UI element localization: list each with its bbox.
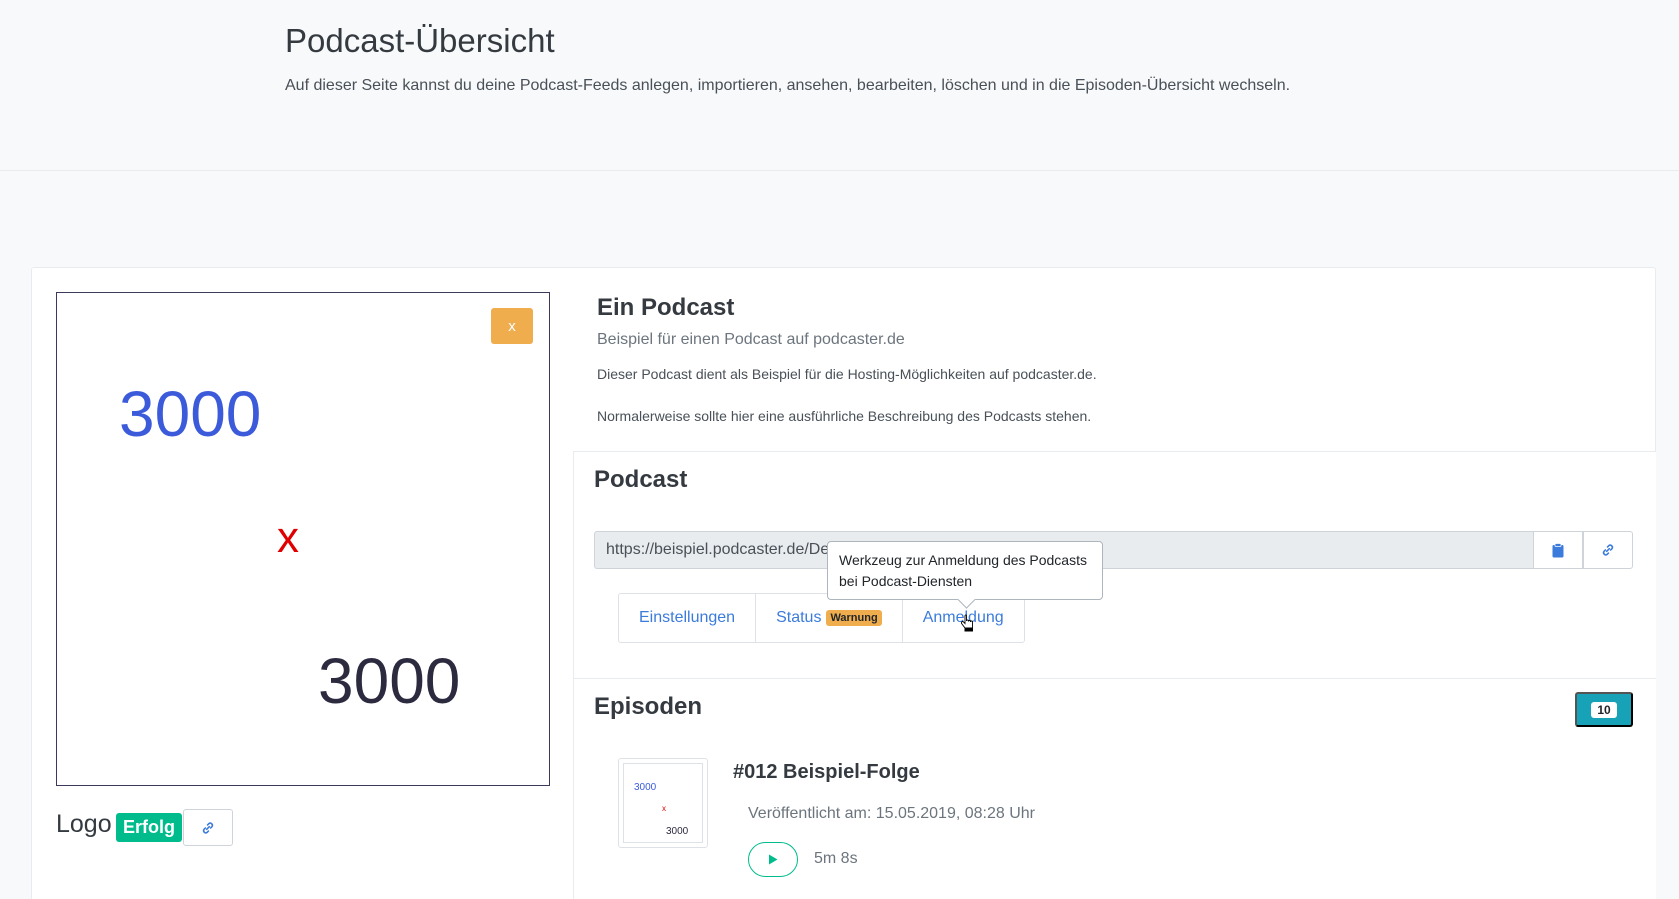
thumb-placeholder-x: x <box>662 804 666 813</box>
episode-duration: 5m 8s <box>814 850 858 867</box>
anmeldung-tooltip: Werkzeug zur Anmeldung des Podcasts bei … <box>827 541 1103 600</box>
tab-einstellungen[interactable]: Einstellungen <box>619 594 757 642</box>
hand-cursor-icon <box>961 614 973 632</box>
feed-section-title: Podcast <box>594 466 688 493</box>
logo-status-badge: Erfolg <box>116 813 182 842</box>
logo-label: Logo <box>56 810 112 838</box>
clipboard-icon <box>1552 542 1564 557</box>
copy-url-button[interactable] <box>1533 531 1583 569</box>
podcast-subtitle: Beispiel für einen Podcast auf podcaster… <box>597 331 905 348</box>
podcast-name: Ein Podcast <box>597 294 735 321</box>
episode-title[interactable]: #012 Beispiel-Folge <box>733 761 920 784</box>
thumb-placeholder-height: 3000 <box>666 826 689 837</box>
page-header: Podcast-Übersicht Auf dieser Seite kanns… <box>0 0 1679 171</box>
feed-card <box>573 451 1656 899</box>
tab-status-label: Status <box>776 609 822 626</box>
episode-thumbnail: 3000 x 3000 <box>618 758 708 848</box>
logo-placeholder-x: x <box>277 513 299 562</box>
episodes-count-button[interactable]: 10 <box>1575 692 1633 727</box>
section-divider <box>573 678 1656 679</box>
logo-image <box>56 292 550 786</box>
logo-link-button[interactable] <box>183 809 233 846</box>
logo-placeholder-height: 3000 <box>318 645 461 717</box>
tab-status[interactable]: Status Warnung <box>756 594 903 642</box>
link-icon <box>202 821 214 834</box>
thumb-placeholder-width: 3000 <box>634 782 657 793</box>
open-url-button[interactable] <box>1583 531 1633 569</box>
episode-published: Veröffentlicht am: 15.05.2019, 08:28 Uhr <box>748 805 1036 822</box>
link-icon <box>1602 544 1614 556</box>
episodes-count-badge: 10 <box>1591 701 1617 718</box>
logo-placeholder-width: 3000 <box>119 378 262 450</box>
podcast-description-2: Normalerweise sollte hier eine ausführli… <box>597 408 1092 424</box>
page-lead: Auf dieser Seite kannst du deine Podcast… <box>285 77 1291 94</box>
page-title: Podcast-Übersicht <box>285 22 555 59</box>
episode-thumbnail-image: 3000 x 3000 <box>623 763 703 843</box>
play-icon <box>769 854 778 865</box>
remove-logo-button[interactable]: x <box>491 308 533 344</box>
episodes-section-title: Episoden <box>594 693 703 720</box>
episode-play-button[interactable] <box>748 842 798 877</box>
status-warning-badge: Warnung <box>826 610 882 626</box>
podcast-description-1: Dieser Podcast dient als Beispiel für di… <box>597 366 1097 382</box>
